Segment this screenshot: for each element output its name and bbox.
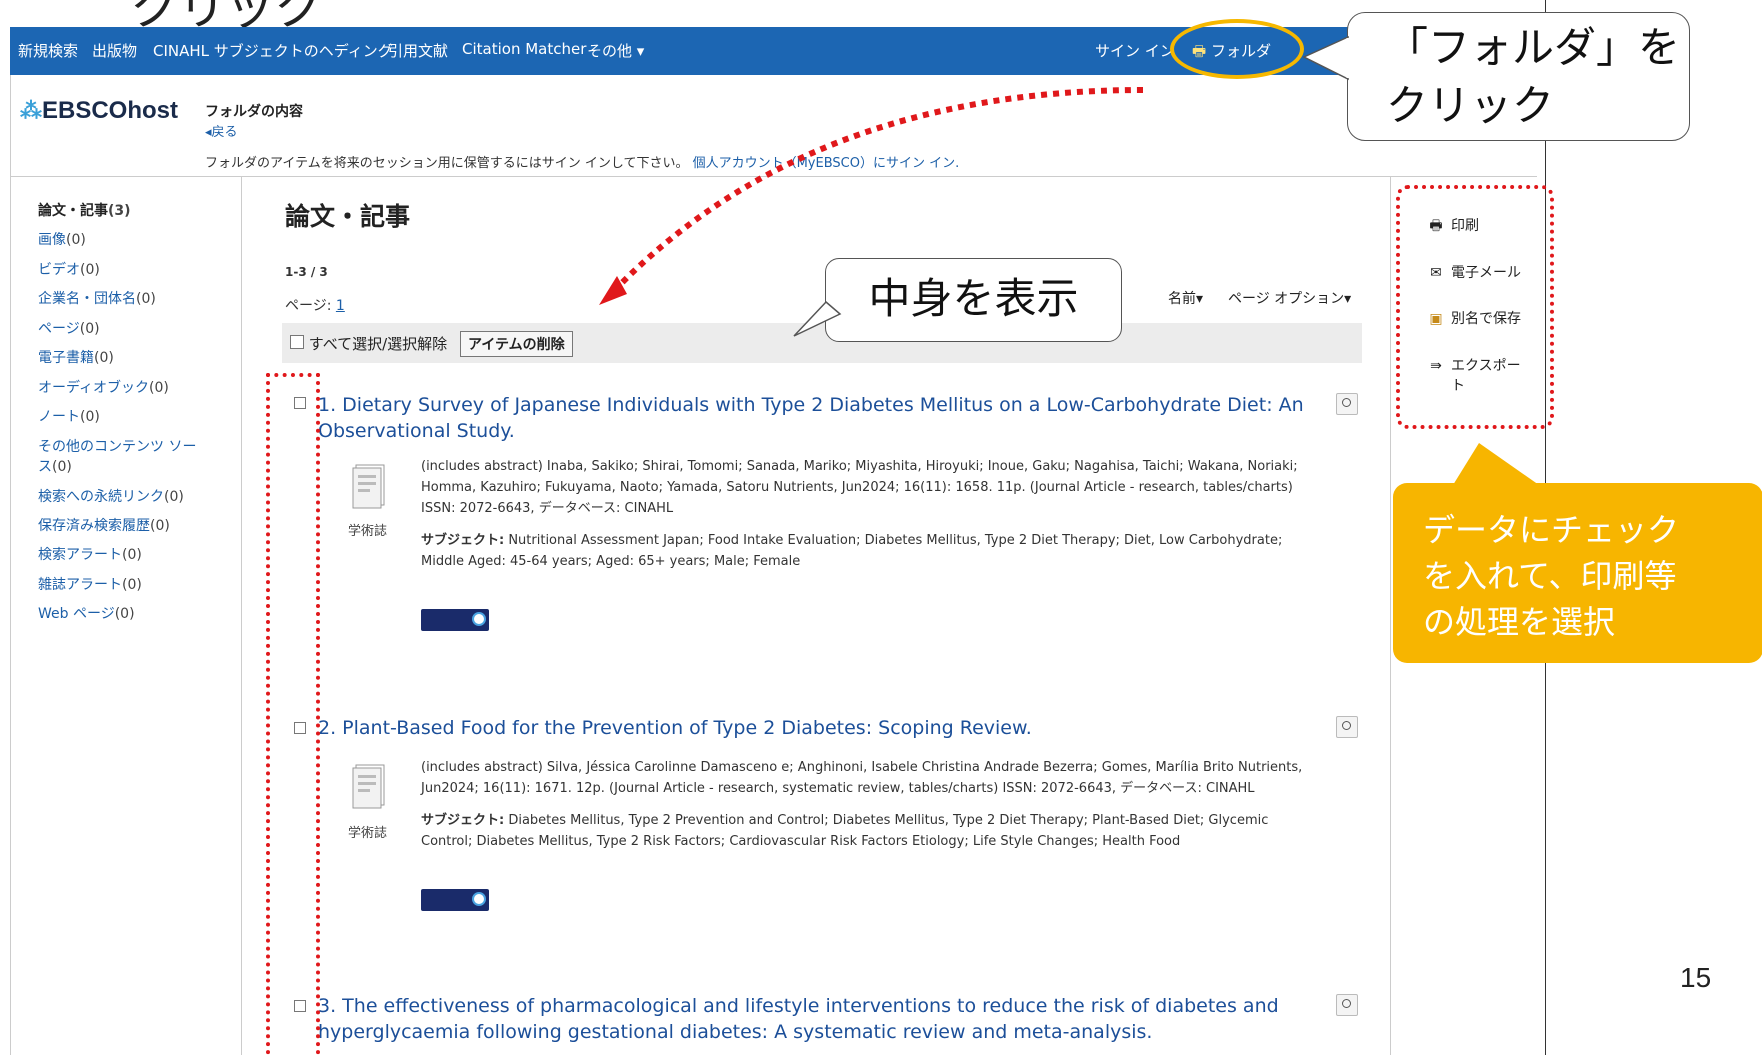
folder-highlight-ellipse [1170,19,1304,79]
sidebar-item-journal-alerts[interactable]: 雑誌アラート(0) [38,574,142,594]
sidebar-item-companies[interactable]: 企業名・団体名(0) [38,288,156,308]
journal-doc-icon [352,464,385,509]
folder-contents-title: フォルダの内容 [205,104,303,120]
logo-text: EBSCOhost [42,97,179,124]
nav-subject-headings[interactable]: CINAHL サブジェクトのヘディング [153,40,393,61]
result-1-preview-icon[interactable] [1336,393,1358,415]
tools-divider [1390,176,1391,1055]
nav-publications[interactable]: 出版物 [92,40,137,61]
result-2-meta: (includes abstract) Silva, Jéssica Carol… [421,760,1303,796]
sidebar-divider [241,176,242,1055]
sidebar-item-search-alerts[interactable]: 検索アラート(0) [38,544,142,564]
result-3-title[interactable]: 3. The effectiveness of pharmacological … [318,993,1308,1045]
nav-more[interactable]: その他 ▾ [587,40,644,61]
check-data-callout: データにチェック を入れて、印刷等 の処理を選択 [1393,483,1762,663]
sidebar-item-ebooks[interactable]: 電子書籍(0) [38,347,114,367]
logo-dots-icon: ⁂ [20,98,42,123]
page-options-dropdown[interactable]: ページ オプション▾ [1228,288,1351,308]
pagination: ページ: 1 [285,295,345,315]
folder-callout: 「フォルダ」を クリック [1347,12,1690,141]
result-1-meta: (includes abstract) Inaba, Sakiko; Shira… [421,459,1298,516]
folder-callout-pointer [1302,35,1350,81]
page-title: 論文・記事 [285,202,411,231]
sort-dropdown[interactable]: 名前▾ [1168,288,1203,308]
nav-citation-matcher[interactable]: Citation Matcher [462,40,586,58]
sidebar-item-web-pages[interactable]: Web ページ(0) [38,603,135,623]
nav-new-search[interactable]: 新規検索 [18,40,78,61]
checkbox-highlight-box [266,373,320,1055]
result-2-doctype: 学術誌 [348,826,388,841]
show-callout-pointer [793,300,842,337]
result-2-linker-button[interactable] [421,889,489,911]
sidebar-item-videos[interactable]: ビデオ(0) [38,259,100,279]
check-callout-pointer [1453,443,1539,485]
sidebar-item-articles[interactable]: 論文・記事(3) [38,200,131,220]
nav-cited-references[interactable]: 引用文献 [388,40,448,61]
linker-icon [472,892,486,906]
nav-signin[interactable]: サイン イン [1095,40,1175,61]
select-all-checkbox[interactable]: すべて選択/選択解除 [290,333,447,354]
sidebar-item-images[interactable]: 画像(0) [38,229,86,249]
slide-page-number: 15 [1680,962,1712,993]
result-2-preview-icon[interactable] [1336,716,1358,738]
page-link-1[interactable]: 1 [336,298,345,314]
ebscohost-logo[interactable]: ⁂EBSCOhost [20,97,178,125]
journal-doc-icon [352,764,385,809]
sidebar-item-saved-searches[interactable]: 保存済み検索履歴(0) [38,515,170,535]
sidebar-item-pages[interactable]: ページ(0) [38,318,100,338]
select-all-label: すべて選択/選択解除 [308,335,448,353]
delete-items-button[interactable]: アイテムの削除 [460,331,573,357]
sidebar-item-persistent-links[interactable]: 検索への永続リンク(0) [38,486,184,506]
sidebar-item-notes[interactable]: ノート(0) [38,406,100,426]
result-1-subjects: サブジェクト: Nutritional Assessment Japan; Fo… [421,533,1283,569]
left-frame-line [10,75,11,1055]
linker-icon [472,612,486,626]
sidebar-item-audiobooks[interactable]: オーディオブック(0) [38,377,169,397]
result-1-doctype: 学術誌 [348,524,388,539]
result-1-title[interactable]: 1. Dietary Survey of Japanese Individual… [318,392,1308,444]
sidebar-item-other-content[interactable]: その他のコンテンツ ソー [38,436,196,456]
result-3-preview-icon[interactable] [1336,994,1358,1016]
result-1-linker-button[interactable] [421,609,489,631]
page-label: ページ: [285,298,336,314]
result-2-title[interactable]: 2. Plant-Based Food for the Prevention o… [318,715,1308,741]
sidebar-item-other-content-cont[interactable]: ス(0) [38,456,72,476]
checkbox-icon [290,335,304,349]
result-2-subjects: サブジェクト: Diabetes Mellitus, Type 2 Preven… [421,813,1269,849]
tools-highlight-box [1396,185,1554,429]
show-contents-callout: 中身を表示 [825,258,1122,342]
result-count: 1-3 / 3 [285,265,328,279]
back-link[interactable]: ◂戻る [205,121,238,140]
